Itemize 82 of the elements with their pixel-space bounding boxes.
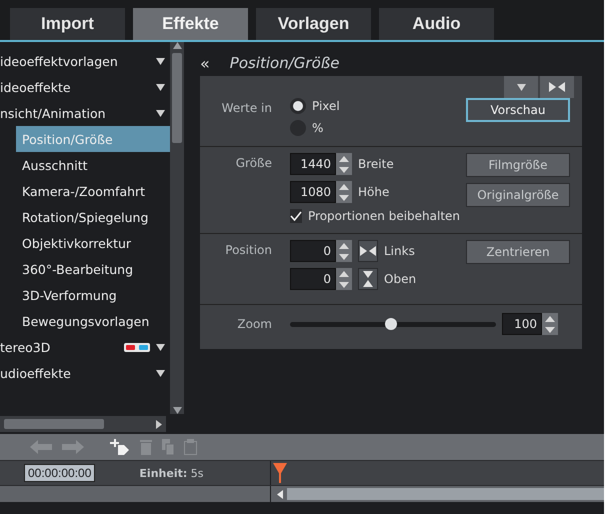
unit-label: Einheit: 5s <box>139 466 204 480</box>
panel-title: Position/Größe <box>230 54 340 72</box>
section-label: Zoom <box>236 317 273 331</box>
tab[interactable]: Import <box>10 8 125 40</box>
converging-arrows-icon <box>362 271 374 287</box>
field-label: Höhe <box>358 185 390 199</box>
size-button[interactable]: Originalgröße <box>466 183 570 207</box>
horizontal-scrollbar[interactable] <box>0 416 166 432</box>
scroll-left-icon[interactable] <box>277 490 283 498</box>
category-item[interactable]: udioeffekte <box>0 360 150 386</box>
tab[interactable]: Effekte <box>133 8 248 40</box>
timecode-field[interactable]: 00:00:00:00 <box>24 464 96 482</box>
number-field[interactable]: 0 <box>290 268 336 290</box>
radio-label: % <box>312 121 324 135</box>
center-button[interactable]: Zentrieren <box>466 240 570 264</box>
number-field[interactable]: 0 <box>290 240 336 262</box>
effect-item[interactable]: 360°-Bearbeitung <box>16 256 170 282</box>
checkbox-label: Proportionen beibehalten <box>308 209 460 223</box>
center-axis-button[interactable] <box>358 268 378 290</box>
dropdown-arrow-icon <box>156 84 165 90</box>
effect-item[interactable]: Ausschnitt <box>16 152 170 178</box>
effect-item[interactable]: Bewegungsvorlagen <box>16 308 170 334</box>
dropdown-arrow-icon <box>156 110 165 116</box>
checkbox[interactable] <box>290 209 302 223</box>
field-label: Breite <box>358 157 394 171</box>
center-axis-button[interactable] <box>358 240 378 262</box>
dropdown-arrow-icon <box>156 58 165 64</box>
stepper-button[interactable] <box>336 153 352 175</box>
slider-thumb[interactable] <box>384 318 397 330</box>
scroll-thumb[interactable] <box>4 419 104 429</box>
playhead-icon[interactable] <box>273 463 287 483</box>
field-label: Oben <box>384 272 416 286</box>
section-label: Werte in <box>220 100 273 117</box>
converging-arrows-icon <box>549 81 565 93</box>
scroll-down-icon <box>172 407 182 414</box>
arrow-icon <box>516 84 526 90</box>
up-arrow-icon[interactable] <box>339 156 349 162</box>
dropdown-arrow-icon <box>156 344 165 350</box>
category-item[interactable]: ideoeffektvorlagen <box>0 48 150 74</box>
number-field[interactable]: 100 <box>502 313 542 335</box>
collapse-panel-button[interactable] <box>540 76 574 98</box>
up-arrow-icon[interactable] <box>339 242 349 248</box>
down-arrow-icon[interactable] <box>339 254 349 260</box>
3d-glasses-icon <box>124 342 150 352</box>
effect-item[interactable]: Kamera-/Zoomfahrt <box>16 178 170 204</box>
up-arrow-icon[interactable] <box>339 184 349 190</box>
timeline-scrollbar[interactable] <box>287 488 604 500</box>
dropdown-arrow-icon <box>156 370 165 376</box>
vertical-scrollbar[interactable] <box>170 42 184 414</box>
category-item[interactable]: nsicht/Animation <box>0 100 150 126</box>
down-arrow-icon[interactable] <box>339 282 349 288</box>
number-field[interactable]: 1080 <box>290 181 336 203</box>
up-arrow-icon[interactable] <box>545 316 555 322</box>
tab[interactable]: Vorlagen <box>256 8 371 40</box>
stepper-button[interactable] <box>336 240 352 262</box>
radio-button[interactable] <box>290 98 306 114</box>
down-arrow-icon[interactable] <box>339 194 349 200</box>
effect-item[interactable]: Rotation/Spiegelung <box>16 204 170 230</box>
section-label: Position <box>224 242 273 259</box>
stepper-button[interactable] <box>336 268 352 290</box>
converging-arrows-icon <box>360 245 376 257</box>
effect-item[interactable]: Objektivkorrektur <box>16 230 170 256</box>
scroll-thumb[interactable] <box>172 53 182 143</box>
up-arrow-icon[interactable] <box>339 270 349 276</box>
down-arrow-icon[interactable] <box>545 326 555 332</box>
category-item[interactable]: tereo3D <box>0 334 118 360</box>
number-field[interactable]: 1440 <box>290 153 336 175</box>
size-button[interactable]: Filmgröße <box>466 153 570 177</box>
radio-label: Pixel <box>312 99 340 113</box>
down-arrow-icon[interactable] <box>339 166 349 172</box>
tab[interactable]: Audio <box>379 8 494 40</box>
category-item[interactable]: ideoeffekte <box>0 74 150 100</box>
section-label: Größe <box>234 155 273 172</box>
add-effect-icon[interactable] <box>108 439 130 455</box>
stepper-button[interactable] <box>336 181 352 203</box>
preview-button[interactable]: Vorschau <box>466 98 570 122</box>
field-label: Links <box>384 244 415 258</box>
effect-item[interactable]: 3D-Verformung <box>16 282 170 308</box>
menu-button[interactable] <box>504 76 538 98</box>
scroll-right-icon[interactable] <box>156 420 162 428</box>
collapse-button[interactable]: « <box>200 54 210 72</box>
stepper-button[interactable] <box>542 313 558 335</box>
